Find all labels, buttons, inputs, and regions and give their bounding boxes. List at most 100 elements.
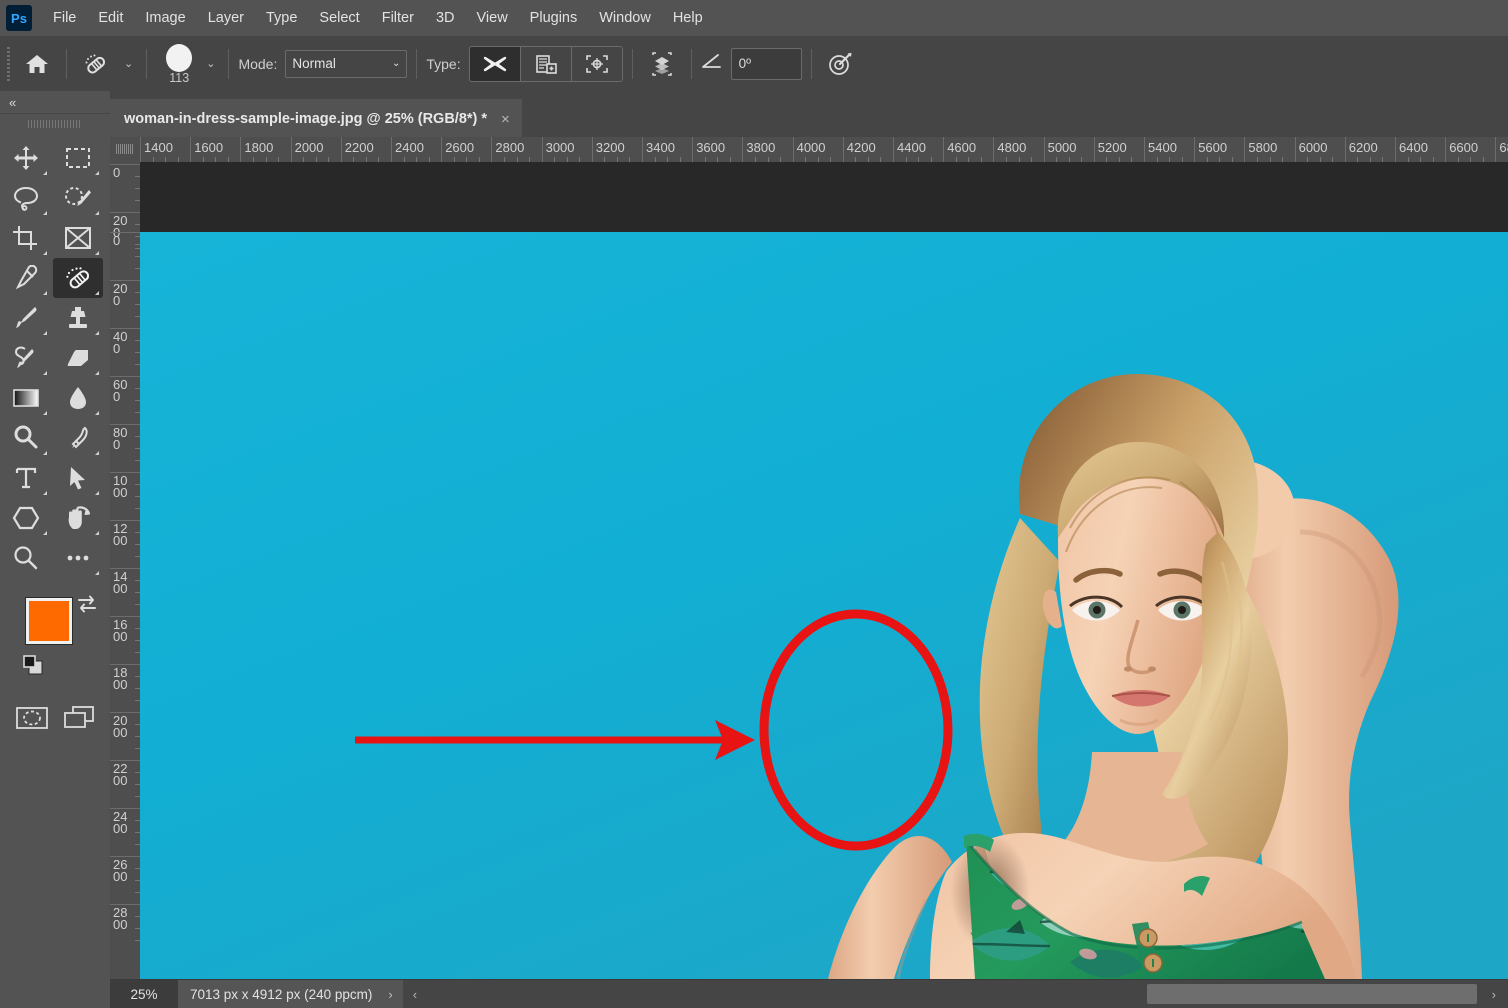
ruler-label: 4000 [793, 140, 826, 155]
tool-flyout-indicator [95, 491, 99, 495]
pressure-size-icon[interactable] [821, 44, 861, 84]
ruler-label: 3400 [642, 140, 675, 155]
tool-blur[interactable] [53, 378, 103, 418]
horizontal-scrollbar[interactable] [427, 980, 1480, 1008]
document-tab[interactable]: woman-in-dress-sample-image.jpg @ 25% (R… [110, 99, 522, 137]
ruler-label: 2800 [113, 904, 129, 930]
close-icon[interactable]: × [501, 111, 510, 128]
tool-flyout-indicator [95, 331, 99, 335]
ruler-corner[interactable] [110, 137, 141, 163]
tool-type[interactable] [1, 458, 51, 498]
document-dimensions[interactable]: 7013 px x 4912 px (240 ppcm) › [178, 980, 403, 1008]
quick-mask-icon[interactable] [10, 700, 54, 736]
tool-path-selection[interactable] [53, 458, 103, 498]
ruler-label: 0 [113, 232, 129, 247]
tool-flyout-indicator [43, 531, 47, 535]
horizontal-scrollbar-thumb[interactable] [1147, 984, 1477, 1004]
zoom-level-input[interactable]: 25% [110, 980, 178, 1008]
tool-frame[interactable] [53, 218, 103, 258]
tool-eraser[interactable] [53, 338, 103, 378]
tool-clone-stamp[interactable] [53, 298, 103, 338]
ruler-label: 3600 [692, 140, 725, 155]
tool-history-brush[interactable] [1, 338, 51, 378]
document-tab-title: woman-in-dress-sample-image.jpg @ 25% (R… [124, 111, 487, 127]
ruler-label: 6200 [1345, 140, 1378, 155]
tool-brush[interactable] [1, 298, 51, 338]
options-bar-grip[interactable] [4, 47, 13, 81]
ruler-label: 2600 [441, 140, 474, 155]
vertical-ruler[interactable]: 0200020040060080010001200140016001800200… [110, 162, 141, 979]
tool-flyout-indicator [95, 371, 99, 375]
photo-render [140, 232, 1508, 979]
type-label: Type: [426, 56, 460, 72]
menu-item-image[interactable]: Image [134, 0, 196, 36]
brush-picker-caret[interactable]: ⌄ [202, 57, 219, 70]
menu-item-window[interactable]: Window [588, 0, 662, 36]
type-proximity-match-button[interactable] [572, 47, 622, 81]
tool-dodge[interactable] [1, 418, 51, 458]
divider [811, 49, 812, 79]
color-swatches [0, 586, 110, 696]
foreground-color-swatch[interactable] [26, 598, 72, 644]
menu-item-plugins[interactable]: Plugins [519, 0, 589, 36]
collapse-panel-button[interactable]: « [0, 91, 110, 113]
tool-lasso[interactable] [1, 178, 51, 218]
horizontal-ruler[interactable]: 1400160018002000220024002600280030003200… [140, 137, 1508, 163]
scroll-left-chevron[interactable]: ‹ [403, 987, 427, 1002]
status-bar: 25% 7013 px x 4912 px (240 ppcm) › ‹ › [110, 979, 1508, 1008]
tool-shape[interactable] [1, 498, 51, 538]
ruler-label: 5000 [1044, 140, 1077, 155]
ruler-label: 1800 [113, 664, 129, 690]
default-colors-icon[interactable] [22, 654, 44, 681]
options-bar: ⌄ 113 ⌄ Mode: Normal ⌄ Type: [0, 36, 1508, 92]
type-content-aware-button[interactable] [470, 47, 521, 81]
document-image[interactable] [140, 232, 1508, 979]
swap-arrows-icon[interactable] [76, 594, 98, 619]
tool-eyedropper[interactable] [1, 258, 51, 298]
healing-type-group [469, 46, 623, 82]
tool-crop[interactable] [1, 218, 51, 258]
ruler-label: 2200 [341, 140, 374, 155]
menu-item-help[interactable]: Help [662, 0, 714, 36]
menu-item-select[interactable]: Select [308, 0, 370, 36]
angle-input[interactable]: 0º [731, 48, 802, 80]
tool-edit-toolbar[interactable] [53, 538, 103, 578]
screen-mode-icon[interactable] [57, 700, 101, 736]
type-create-texture-button[interactable] [521, 47, 572, 81]
ruler-label: 200 [113, 280, 129, 306]
tool-preset-picker[interactable]: ⌄ [76, 44, 137, 84]
tool-pen[interactable] [53, 418, 103, 458]
tool-move[interactable] [1, 138, 51, 178]
menu-item-type[interactable]: Type [255, 0, 308, 36]
tool-spot-healing-brush[interactable] [53, 258, 103, 298]
menu-bar: Ps File Edit Image Layer Type Select Fil… [0, 0, 1508, 37]
tool-rotate-view[interactable] [53, 498, 103, 538]
blend-mode-select[interactable]: Normal ⌄ [285, 50, 407, 78]
ruler-label: 6800 [1495, 140, 1508, 155]
ruler-label: 2200 [113, 760, 129, 786]
canvas-area[interactable] [140, 162, 1508, 979]
chevron-right-icon[interactable]: › [388, 987, 392, 1002]
menu-item-edit[interactable]: Edit [87, 0, 134, 36]
layers-stack-icon[interactable] [642, 44, 682, 84]
tool-rectangular-marquee[interactable] [53, 138, 103, 178]
menu-item-filter[interactable]: Filter [371, 0, 425, 36]
menu-item-3d[interactable]: 3D [425, 0, 466, 36]
tool-zoom[interactable] [1, 538, 51, 578]
tool-flyout-indicator [43, 371, 47, 375]
brush-size-picker[interactable]: 113 [156, 44, 202, 84]
menu-item-file[interactable]: File [42, 0, 87, 36]
tools-panel-grip[interactable] [0, 113, 110, 134]
ruler-label: 4800 [993, 140, 1026, 155]
ruler-label: 6000 [1295, 140, 1328, 155]
home-icon[interactable] [17, 44, 57, 84]
menu-item-layer[interactable]: Layer [197, 0, 255, 36]
ruler-label: 4600 [943, 140, 976, 155]
ruler-label: 5200 [1094, 140, 1127, 155]
menu-item-view[interactable]: View [466, 0, 519, 36]
tool-preset-caret[interactable]: ⌄ [120, 57, 137, 70]
scroll-right-chevron[interactable]: › [1480, 987, 1508, 1002]
tool-gradient[interactable] [1, 378, 51, 418]
panel-bottom-buttons [0, 696, 110, 736]
tool-object-selection[interactable] [53, 178, 103, 218]
